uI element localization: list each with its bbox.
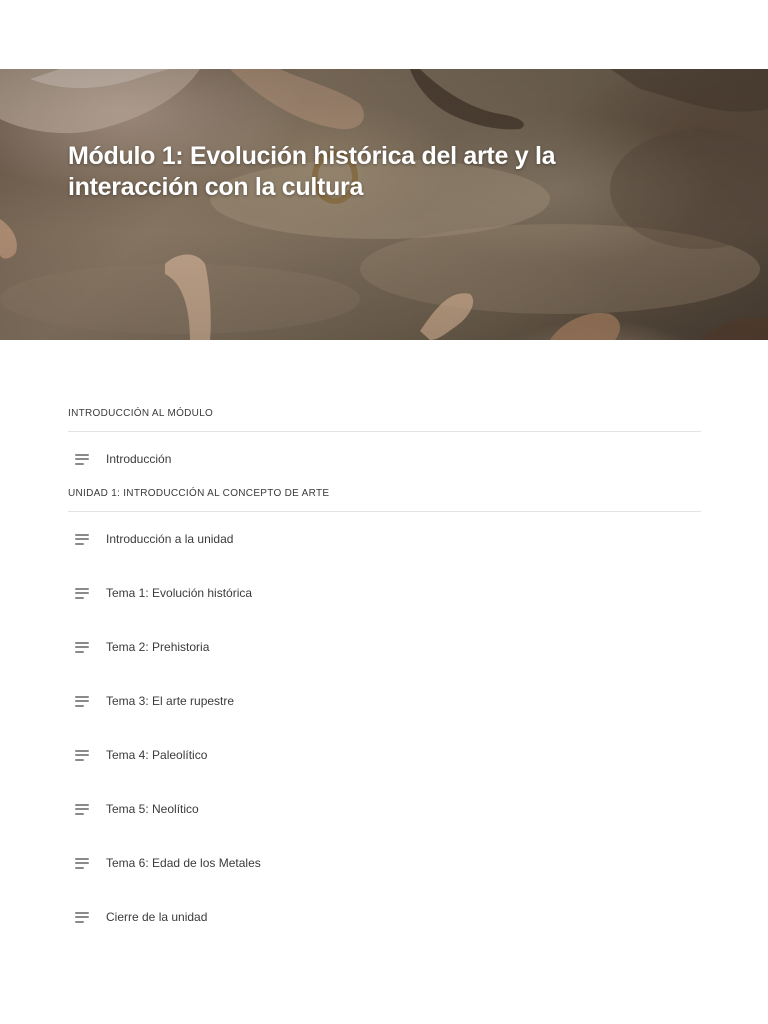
lesson-item-tema-2[interactable]: Tema 2: Prehistoria <box>68 620 701 674</box>
lesson-label: Tema 2: Prehistoria <box>106 640 210 654</box>
lesson-item-tema-3[interactable]: Tema 3: El arte rupestre <box>68 674 701 728</box>
module-hero-banner: Módulo 1: Evolución histórica del arte y… <box>0 69 768 340</box>
text-lines-icon <box>75 857 90 869</box>
section-header: UNIDAD 1: INTRODUCCIÓN AL CONCEPTO DE AR… <box>68 486 701 512</box>
lesson-item-introduccion[interactable]: Introducción <box>68 432 701 486</box>
course-page: Módulo 1: Evolución histórica del arte y… <box>0 0 768 1024</box>
section-unit-1: UNIDAD 1: INTRODUCCIÓN AL CONCEPTO DE AR… <box>68 486 701 944</box>
lesson-item-tema-1[interactable]: Tema 1: Evolución histórica <box>68 566 701 620</box>
text-lines-icon <box>75 803 90 815</box>
lesson-item-tema-6[interactable]: Tema 6: Edad de los Metales <box>68 836 701 890</box>
section-intro-module: INTRODUCCIÓN AL MÓDULO Introducción <box>68 406 701 486</box>
hero-overlay <box>0 69 768 340</box>
lesson-label: Introducción a la unidad <box>106 532 234 546</box>
lesson-label: Tema 6: Edad de los Metales <box>106 856 261 870</box>
text-lines-icon <box>75 749 90 761</box>
text-lines-icon <box>75 911 90 923</box>
lesson-item-tema-4[interactable]: Tema 4: Paleolítico <box>68 728 701 782</box>
lesson-label: Cierre de la unidad <box>106 910 208 924</box>
text-lines-icon <box>75 695 90 707</box>
lesson-label: Tema 4: Paleolítico <box>106 748 208 762</box>
lesson-item-tema-5[interactable]: Tema 5: Neolítico <box>68 782 701 836</box>
text-lines-icon <box>75 587 90 599</box>
lesson-label: Tema 3: El arte rupestre <box>106 694 235 708</box>
module-title: Módulo 1: Evolución histórica del arte y… <box>68 142 556 201</box>
lesson-label: Introducción <box>106 452 172 466</box>
lesson-item-cierre-unidad[interactable]: Cierre de la unidad <box>68 890 701 944</box>
lesson-item-introduccion-unidad[interactable]: Introducción a la unidad <box>68 512 701 566</box>
lesson-label: Tema 5: Neolítico <box>106 802 199 816</box>
text-lines-icon <box>75 533 90 545</box>
lesson-outline: INTRODUCCIÓN AL MÓDULO Introducción UNID… <box>68 406 701 944</box>
text-lines-icon <box>75 453 90 465</box>
section-header: INTRODUCCIÓN AL MÓDULO <box>68 406 701 432</box>
lesson-label: Tema 1: Evolución histórica <box>106 586 253 600</box>
text-lines-icon <box>75 641 90 653</box>
